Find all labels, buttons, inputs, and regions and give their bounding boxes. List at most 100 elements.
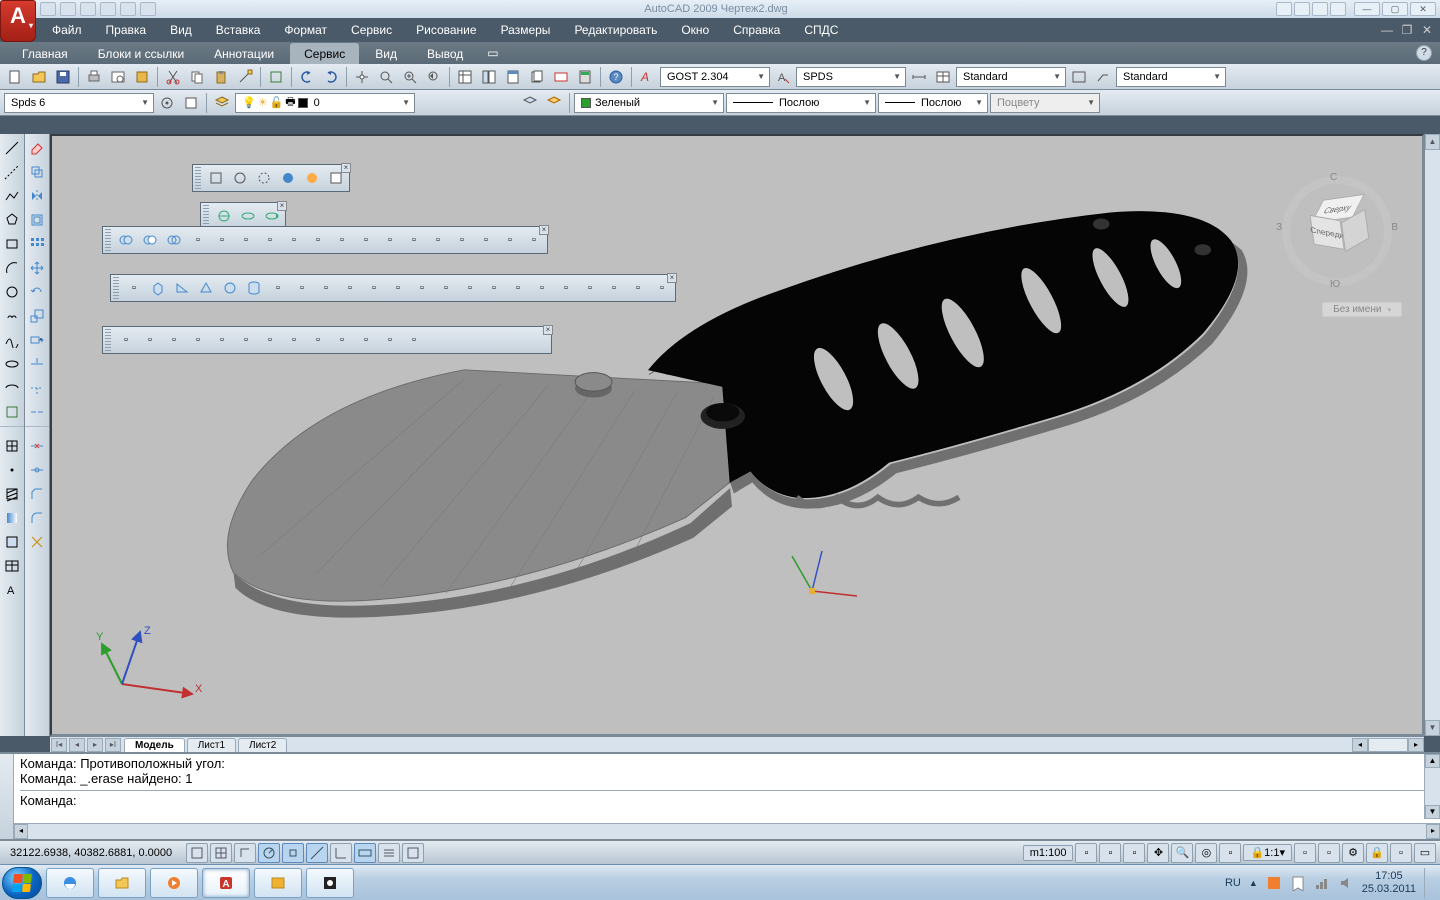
status-toolbar-lock-icon[interactable]: 🔒 xyxy=(1366,843,1388,863)
qat-redo-icon[interactable] xyxy=(140,2,156,16)
menu-format[interactable]: Формат xyxy=(272,19,339,41)
pyramid-icon[interactable]: ▫ xyxy=(291,277,313,299)
menu-spds[interactable]: СПДС xyxy=(792,19,850,41)
view-ne-iso-icon[interactable]: ▫ xyxy=(331,329,353,351)
tool-palettes-icon[interactable] xyxy=(502,66,524,88)
hscroll-right-icon[interactable]: ▸ xyxy=(1408,738,1424,752)
cone-icon[interactable] xyxy=(195,277,217,299)
menu-edit[interactable]: Правка xyxy=(94,19,159,41)
revolve-icon[interactable]: ▫ xyxy=(435,277,457,299)
vs-realistic-icon[interactable] xyxy=(277,167,299,189)
erase-icon[interactable] xyxy=(27,138,47,158)
status-dyn-toggle[interactable] xyxy=(354,843,376,863)
view-left-icon[interactable]: ▫ xyxy=(187,329,209,351)
menu-tools[interactable]: Сервис xyxy=(339,19,404,41)
scale-icon[interactable] xyxy=(27,306,47,326)
planar-surface-icon[interactable]: ▫ xyxy=(339,277,361,299)
ellipse-icon[interactable] xyxy=(2,354,22,374)
polysolid-icon[interactable]: ▫ xyxy=(123,277,145,299)
spds-settings-icon[interactable] xyxy=(156,92,178,114)
status-lwt-toggle[interactable] xyxy=(378,843,400,863)
status-qp-toggle[interactable] xyxy=(402,843,424,863)
stretch-icon[interactable] xyxy=(27,330,47,350)
pan-icon[interactable] xyxy=(351,66,373,88)
spline-icon[interactable] xyxy=(2,330,22,350)
construction-line-icon[interactable] xyxy=(2,162,22,182)
app-menu-button[interactable]: A xyxy=(0,0,36,42)
float-toolbar-views[interactable]: ▫ ▫ ▫ ▫ ▫ ▫ ▫ ▫ ▫ ▫ ▫ ▫ ▫ × xyxy=(102,326,552,354)
cut-icon[interactable] xyxy=(162,66,184,88)
ribbon-tab-tools[interactable]: Сервис xyxy=(290,43,359,64)
ellipse-arc-icon[interactable] xyxy=(2,378,22,398)
status-anno-autoscale-icon[interactable]: ▫ xyxy=(1318,843,1340,863)
break-at-point-icon[interactable] xyxy=(27,402,47,422)
taskbar-outlook-icon[interactable] xyxy=(254,868,302,898)
gradient-icon[interactable] xyxy=(2,508,22,528)
status-quickview-drawings-icon[interactable]: ▫ xyxy=(1123,843,1145,863)
status-anno-visibility-icon[interactable]: ▫ xyxy=(1294,843,1316,863)
mtext-icon[interactable]: A xyxy=(2,580,22,600)
menu-draw[interactable]: Рисование xyxy=(404,19,488,41)
taskbar-explorer-icon[interactable] xyxy=(98,868,146,898)
make-block-icon[interactable] xyxy=(2,436,22,456)
dim-style-settings-icon[interactable] xyxy=(908,66,930,88)
sheet-set-icon[interactable] xyxy=(526,66,548,88)
comm-center-icon[interactable] xyxy=(1312,2,1328,16)
extrude-face-icon[interactable]: ▫ xyxy=(187,229,209,251)
clean-icon[interactable]: ▫ xyxy=(451,229,473,251)
window-close-button[interactable]: ✕ xyxy=(1410,2,1436,16)
fillet-icon[interactable] xyxy=(27,508,47,528)
vs-3dwire-icon[interactable] xyxy=(229,167,251,189)
viewcube-face-front[interactable]: Спереди xyxy=(1309,215,1344,250)
polyline-icon[interactable] xyxy=(2,186,22,206)
status-workspace-switch-icon[interactable]: ⚙ xyxy=(1342,843,1364,863)
cylinder-icon[interactable] xyxy=(243,277,265,299)
spds-combo[interactable]: Spds 6▼ xyxy=(4,93,154,113)
extend-icon[interactable] xyxy=(27,378,47,398)
toolbar-close-icon[interactable]: × xyxy=(539,225,549,235)
print-icon[interactable] xyxy=(83,66,105,88)
revision-cloud-icon[interactable] xyxy=(2,306,22,326)
toolbar-grip-icon[interactable] xyxy=(203,205,209,227)
rotate-face-icon[interactable]: ▫ xyxy=(283,229,305,251)
spds-edit-icon[interactable] xyxy=(180,92,202,114)
multileader-style-combo[interactable]: Standard▼ xyxy=(1116,67,1226,87)
zoom-window-icon[interactable] xyxy=(399,66,421,88)
break-icon[interactable] xyxy=(27,436,47,456)
ribbon-tab-view[interactable]: Вид xyxy=(361,43,411,64)
hatch-icon[interactable] xyxy=(2,484,22,504)
orbit-free-icon[interactable] xyxy=(237,205,259,227)
offset-icon[interactable] xyxy=(27,210,47,230)
extrude-icon[interactable]: ▫ xyxy=(363,277,385,299)
menu-dimension[interactable]: Размеры xyxy=(489,19,563,41)
wedge-icon[interactable] xyxy=(171,277,193,299)
loft-icon[interactable]: ▫ xyxy=(459,277,481,299)
separate-icon[interactable]: ▫ xyxy=(475,229,497,251)
status-model-paper-toggle[interactable]: ▫ xyxy=(1075,843,1097,863)
ribbon-tab-output[interactable]: Вывод xyxy=(413,43,477,64)
status-polar-toggle[interactable] xyxy=(258,843,280,863)
text-style-combo[interactable]: GOST 2.304▼ xyxy=(660,67,770,87)
float-toolbar-visual-styles[interactable]: × xyxy=(192,164,350,192)
copy-object-icon[interactable] xyxy=(27,162,47,182)
start-button[interactable] xyxy=(2,867,42,899)
taskbar-wmp-icon[interactable] xyxy=(150,868,198,898)
rotate-icon[interactable] xyxy=(27,282,47,302)
slice-icon[interactable]: ▫ xyxy=(507,277,529,299)
offset-face-icon[interactable]: ▫ xyxy=(235,229,257,251)
table-style-icon[interactable] xyxy=(932,66,954,88)
move-icon[interactable] xyxy=(27,258,47,278)
search-icon[interactable] xyxy=(1276,2,1292,16)
status-coordinates[interactable]: 32122.6938, 40382.6881, 0.0000 xyxy=(4,847,184,859)
camera-icon[interactable]: ▫ xyxy=(379,329,401,351)
imprint-icon[interactable]: ▫ xyxy=(427,229,449,251)
rectangle-icon[interactable] xyxy=(2,234,22,254)
status-quickview-layouts-icon[interactable]: ▫ xyxy=(1099,843,1121,863)
qat-print-icon[interactable] xyxy=(100,2,116,16)
float-toolbar-solid-editing[interactable]: ▫ ▫ ▫ ▫ ▫ ▫ ▫ ▫ ▫ ▫ ▫ ▫ ▫ ▫ ▫ × xyxy=(102,226,548,254)
layout-tab-sheet2[interactable]: Лист2 xyxy=(238,738,287,752)
favorites-icon[interactable] xyxy=(1330,2,1346,16)
viewcube-view-name[interactable]: Без имени xyxy=(1322,302,1402,317)
tray-clock[interactable]: 17:05 25.03.2011 xyxy=(1362,870,1416,896)
array-icon[interactable] xyxy=(27,234,47,254)
